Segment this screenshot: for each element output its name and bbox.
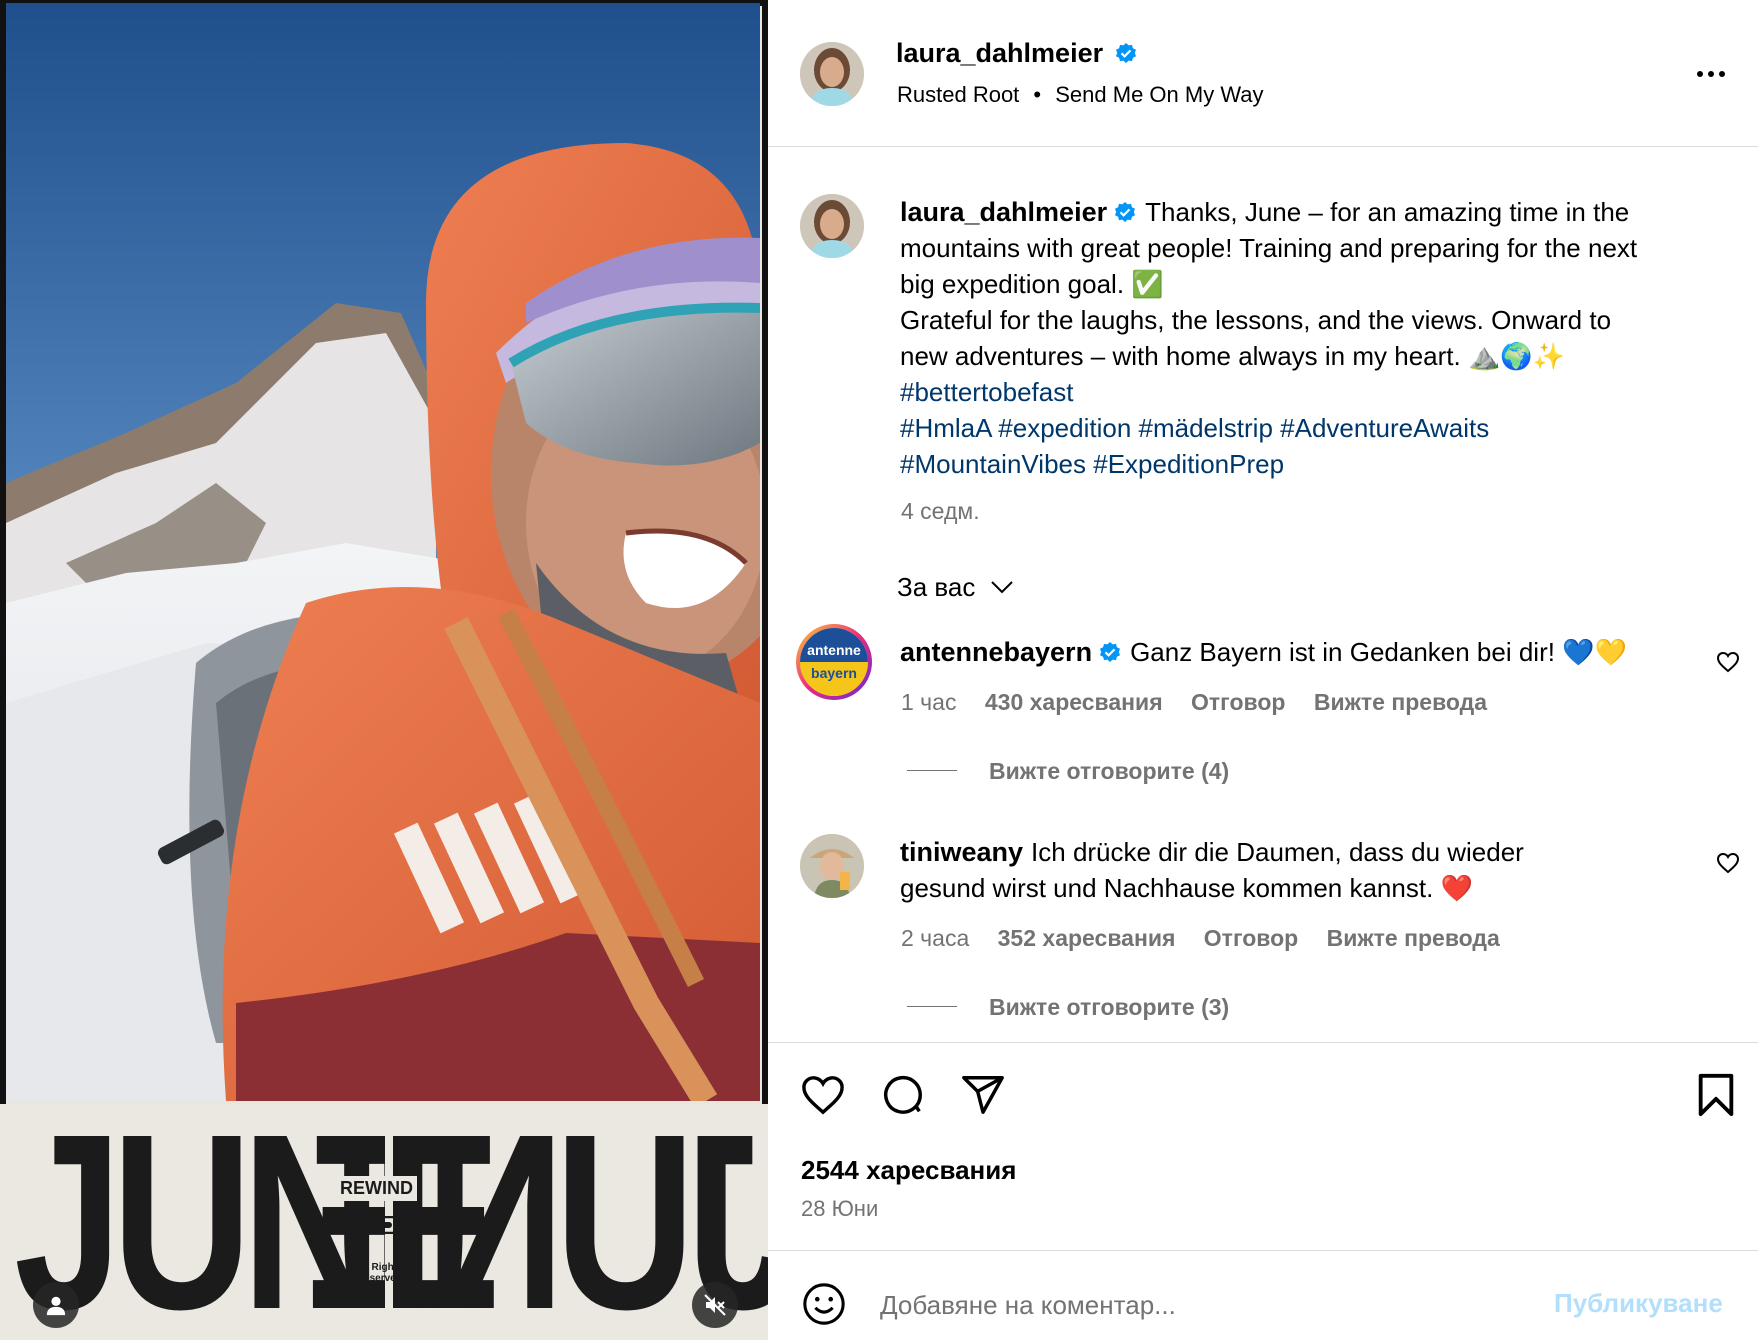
- post-side-panel: laura_dahlmeier Rusted Root • Send Me On…: [768, 0, 1758, 1340]
- comment-button[interactable]: [880, 1072, 926, 1123]
- hashtag-link[interactable]: #AdventureAwaits: [1280, 413, 1489, 443]
- link-icon: [370, 1215, 402, 1239]
- caption-avatar[interactable]: [800, 194, 864, 258]
- mute-button[interactable]: [692, 1282, 738, 1328]
- caption-line-2: mountains with great people! Training an…: [900, 233, 1638, 263]
- comment-line-2: gesund wirst und Nachhause kommen kannst…: [900, 873, 1473, 903]
- composer-divider: [768, 1250, 1758, 1251]
- comment-likes[interactable]: 352 харесвания: [998, 925, 1176, 951]
- author-username[interactable]: laura_dahlmeier: [896, 38, 1103, 68]
- see-translation-button[interactable]: Вижте превода: [1314, 689, 1487, 715]
- verified-badge-icon: [1115, 43, 1136, 63]
- comment-time[interactable]: 2 часа: [901, 925, 969, 951]
- replies-line: [907, 770, 957, 771]
- selfie-photo: [6, 3, 760, 1101]
- caption-line-3: big expedition goal. ✅: [900, 269, 1164, 299]
- heart-icon: [802, 1076, 844, 1115]
- reply-button[interactable]: Отговор: [1204, 925, 1298, 951]
- antenne-logo: antenne bayern: [800, 628, 868, 696]
- share-icon: [962, 1076, 1004, 1114]
- rights-line-2: Reserved: [356, 1273, 402, 1284]
- share-button[interactable]: [960, 1072, 1006, 1123]
- comment-username[interactable]: tiniweany: [900, 837, 1023, 867]
- more-options-button[interactable]: [1693, 62, 1729, 91]
- comment-time[interactable]: 1 час: [901, 689, 956, 715]
- view-replies-button[interactable]: Вижте отговорите (3): [907, 994, 1229, 1021]
- comment-text: Ich drücke dir die Daumen, dass du wiede…: [1031, 837, 1524, 867]
- comment-filter-label: За вас: [897, 572, 976, 602]
- audio-artist: Rusted Root: [897, 82, 1020, 107]
- audio-separator: •: [1033, 82, 1042, 107]
- caption-line-5: new adventures – with home always in my …: [900, 341, 1566, 371]
- caption-line-4: Grateful for the laughs, the lessons, an…: [900, 305, 1612, 335]
- poster-rewind-label: REWIND: [336, 1176, 417, 1201]
- rights-line-1: All Rights: [356, 1262, 403, 1273]
- publish-button[interactable]: Публикуване: [1554, 1288, 1723, 1319]
- verified-badge-icon: [1115, 202, 1136, 222]
- comment-line-1: tiniweany Ich drücke dir die Daumen, dass…: [900, 834, 1660, 870]
- more-icon: [1697, 71, 1725, 77]
- comment-likes[interactable]: 430 харесвания: [985, 689, 1163, 715]
- hashtag-link[interactable]: #HmlaA: [900, 413, 991, 443]
- reply-button[interactable]: Отговор: [1191, 689, 1285, 715]
- user-tag-icon: [46, 1296, 66, 1316]
- caption-timestamp[interactable]: 4 седм.: [901, 498, 980, 525]
- author-username-row: laura_dahlmeier: [896, 38, 1138, 69]
- comment-like-button[interactable]: [1716, 651, 1740, 678]
- view-replies-button[interactable]: Вижте отговорите (4): [907, 758, 1229, 785]
- caption-line-1: laura_dahlmeier Thanks, June – for an ama…: [900, 194, 1730, 230]
- comment-meta: 2 часа 352 харесвания Отговор Вижте прев…: [901, 925, 1500, 952]
- save-button[interactable]: [1696, 1072, 1736, 1123]
- hashtag-link[interactable]: #expedition: [998, 413, 1131, 443]
- actions-divider: [768, 1042, 1758, 1043]
- hashtag-row-3: #MountainVibes #ExpeditionPrep: [900, 446, 1730, 482]
- comment-1: antennebayern Ganz Bayern ist in Gedanken…: [900, 634, 1660, 670]
- like-button[interactable]: [800, 1074, 846, 1121]
- emoji-icon: [803, 1283, 845, 1325]
- hashtag-link[interactable]: #MountainVibes: [900, 449, 1086, 479]
- view-replies-label: Вижте отговорите (3): [989, 994, 1230, 1020]
- hashtag-row-2: #HmlaA #expedition #mädelstrip #Adventur…: [900, 410, 1730, 446]
- comment-filter-dropdown[interactable]: За вас: [897, 572, 1015, 603]
- caption-text-1: Thanks, June – for an amazing time in th…: [1145, 197, 1630, 227]
- audio-title: Send Me On My Way: [1055, 82, 1264, 107]
- commenter-avatar[interactable]: antenne bayern: [796, 624, 872, 700]
- post-media[interactable]: JUNE JUNE REWIND All Rights Reserved: [0, 0, 768, 1340]
- hashtag-link[interactable]: #ExpeditionPrep: [1093, 449, 1284, 479]
- comment-icon: [884, 1075, 922, 1114]
- author-avatar[interactable]: [800, 42, 864, 106]
- caption-username[interactable]: laura_dahlmeier: [900, 197, 1107, 227]
- comment-input[interactable]: [878, 1284, 1522, 1326]
- chevron-down-icon: [990, 581, 1013, 594]
- caption: laura_dahlmeier Thanks, June – for an ama…: [900, 194, 1730, 482]
- heart-icon: [1716, 852, 1740, 874]
- comment-text: Ganz Bayern ist in Gedanken bei dir! 💙💛: [1130, 637, 1627, 667]
- hashtag-link[interactable]: #mädelstrip: [1139, 413, 1273, 443]
- see-translation-button[interactable]: Вижте превода: [1327, 925, 1500, 951]
- post-header: laura_dahlmeier Rusted Root • Send Me On…: [768, 0, 1758, 145]
- comment-2: tiniweany Ich drücke dir die Daumen, dass…: [900, 834, 1660, 906]
- header-divider: [768, 146, 1758, 147]
- verified-badge-icon: [1100, 642, 1121, 662]
- june-rewind-poster: JUNE JUNE REWIND All Rights Reserved: [0, 1104, 768, 1340]
- replies-line: [907, 1006, 957, 1007]
- emoji-button[interactable]: [801, 1281, 847, 1332]
- audio-info[interactable]: Rusted Root • Send Me On My Way: [897, 82, 1264, 108]
- hashtag-link[interactable]: #bettertobefast: [900, 377, 1073, 407]
- user-tag-button[interactable]: [33, 1282, 79, 1328]
- commenter-avatar[interactable]: [800, 834, 864, 898]
- mute-icon: [704, 1294, 726, 1316]
- antenne-logo-top: antenne: [800, 628, 868, 666]
- antenne-logo-bottom: bayern: [800, 662, 868, 696]
- comment-like-button[interactable]: [1716, 852, 1740, 879]
- comment-meta: 1 час 430 харесвания Отговор Вижте прево…: [901, 689, 1487, 716]
- hashtag-row-1: #bettertobefast: [900, 374, 1730, 410]
- post-like-count[interactable]: 2544 харесвания: [801, 1155, 1016, 1186]
- view-replies-label: Вижте отговорите (4): [989, 758, 1230, 784]
- poster-rights: All Rights Reserved: [356, 1262, 403, 1284]
- heart-icon: [1716, 651, 1740, 673]
- comment-username[interactable]: antennebayern: [900, 637, 1092, 667]
- post-date[interactable]: 28 Юни: [801, 1196, 878, 1222]
- bookmark-icon: [1698, 1073, 1734, 1117]
